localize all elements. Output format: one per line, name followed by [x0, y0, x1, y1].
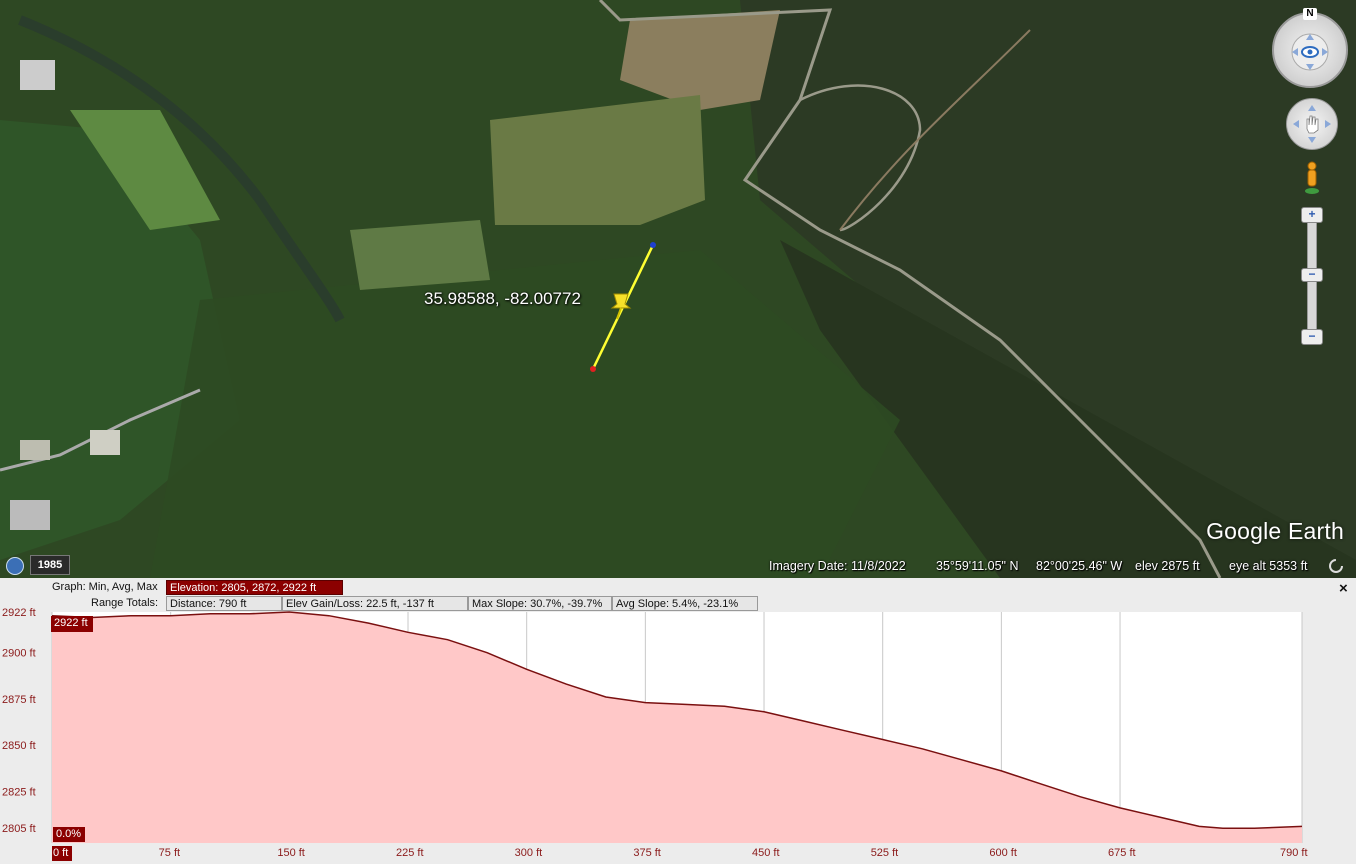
- distance-stat: Distance: 790 ft: [166, 596, 282, 611]
- y-tick-label: 2825 ft: [2, 786, 36, 798]
- pushpin-icon[interactable]: [608, 290, 634, 320]
- pan-control[interactable]: [1286, 98, 1338, 150]
- imagery-date: Imagery Date: 11/8/2022: [769, 559, 906, 573]
- graph-label: Graph: Min, Avg, Max: [52, 581, 158, 593]
- start-distance-marker: 0 ft: [52, 846, 72, 861]
- max-elevation-marker: 2922 ft: [51, 616, 93, 632]
- y-tick-label: 2900 ft: [2, 648, 36, 660]
- y-tick-label: 2875 ft: [2, 694, 36, 706]
- x-tick-label: 75 ft: [159, 847, 180, 859]
- elev-gain-loss-stat: Elev Gain/Loss: 22.5 ft, -137 ft: [282, 596, 468, 611]
- y-tick-label: 2850 ft: [2, 740, 36, 752]
- x-tick-label: 675 ft: [1108, 847, 1136, 859]
- x-tick-label: 790 ft: [1280, 847, 1308, 859]
- range-totals-label: Range Totals:: [91, 597, 159, 609]
- x-tick-label: 225 ft: [396, 847, 424, 859]
- path-start-point: [590, 366, 596, 372]
- path-end-point: [650, 242, 656, 248]
- slope-marker: 0.0%: [53, 827, 85, 842]
- elevation-stats: Elevation: 2805, 2872, 2922 ft: [166, 580, 343, 595]
- elevation-readout: elev 2875 ft: [1135, 559, 1200, 573]
- compass-north-letter[interactable]: N: [1303, 8, 1317, 20]
- pegman-icon[interactable]: [1301, 160, 1323, 196]
- x-tick-label: 525 ft: [871, 847, 899, 859]
- google-earth-logo: Google Earth: [1206, 518, 1344, 544]
- x-tick-label: 375 ft: [633, 847, 661, 859]
- x-tick-label: 150 ft: [277, 847, 305, 859]
- status-bar: Imagery Date: 11/8/2022 35°59'11.05" N 8…: [0, 556, 1356, 578]
- avg-slope-stat: Avg Slope: 5.4%, -23.1%: [612, 596, 758, 611]
- placemark-label[interactable]: 35.98588, -82.00772: [424, 289, 581, 309]
- zoom-slider-thumb[interactable]: −: [1301, 268, 1323, 282]
- map-view[interactable]: 35.98588, -82.00772 N + − − Google Earth: [0, 0, 1356, 578]
- latitude-readout: 35°59'11.05" N: [936, 559, 1019, 573]
- y-tick-label: 2922 ft: [2, 607, 36, 619]
- zoom-in-icon[interactable]: +: [1301, 207, 1323, 223]
- longitude-readout: 82°00'25.46" W: [1036, 559, 1123, 573]
- x-tick-label: 600 ft: [989, 847, 1017, 859]
- x-tick-label: 300 ft: [515, 847, 543, 859]
- loading-icon: [1329, 559, 1343, 573]
- zoom-out-icon[interactable]: −: [1301, 329, 1323, 345]
- close-profile-button[interactable]: ×: [1339, 580, 1348, 597]
- eye-altitude-readout: eye alt 5353 ft: [1229, 559, 1308, 573]
- compass-icon: [1291, 33, 1329, 71]
- elevation-profile-panel: 2922 ft 2900 ft 2875 ft 2850 ft 2825 ft 2805 …: [0, 578, 1356, 864]
- x-tick-label: 450 ft: [752, 847, 780, 859]
- elevation-chart[interactable]: 2922 ft 2900 ft 2875 ft 2850 ft 2825 ft 2805 …: [0, 578, 1356, 864]
- y-tick-label: 2805 ft: [2, 823, 36, 835]
- satellite-imagery: [0, 0, 1356, 578]
- max-slope-stat: Max Slope: 30.7%, -39.7%: [468, 596, 612, 611]
- compass-ring[interactable]: [1272, 12, 1348, 88]
- pan-hand-icon: [1293, 105, 1331, 143]
